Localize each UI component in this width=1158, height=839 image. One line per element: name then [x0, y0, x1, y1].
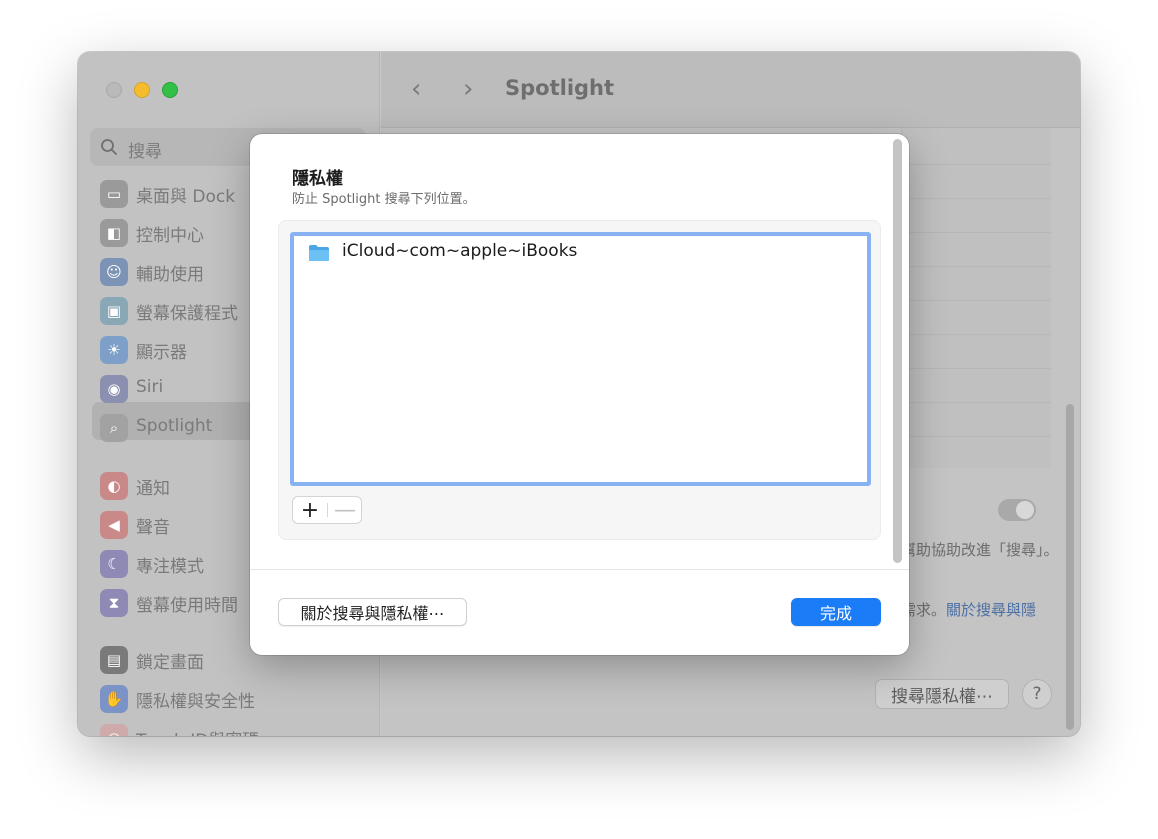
- accessibility-icon: ☺: [100, 258, 128, 286]
- forward-button[interactable]: ›: [463, 74, 473, 104]
- siri-icon: ◉: [100, 375, 128, 403]
- toolbar: ‹ › Spotlight: [381, 52, 1080, 128]
- sidebar-item-label: 聲音: [136, 518, 170, 538]
- sidebar-item-label: Siri: [136, 377, 164, 397]
- divider: [901, 368, 1051, 369]
- divider: [901, 266, 1051, 267]
- excluded-locations-list[interactable]: iCloud~com~apple~iBooks: [290, 232, 871, 486]
- notifications-icon: ◐: [100, 472, 128, 500]
- control-center-icon: ◧: [100, 219, 128, 247]
- privacy-hand-icon: ✋: [100, 685, 128, 713]
- privacy-description: 需求。關於搜尋與隱: [901, 599, 1036, 620]
- sidebar-item-label: 隱私權與安全性: [136, 692, 255, 712]
- search-privacy-button[interactable]: 搜尋隱私權⋯: [875, 679, 1009, 709]
- settings-list-background: [901, 128, 1051, 468]
- close-window-button[interactable]: [106, 82, 122, 98]
- back-button[interactable]: ‹: [411, 74, 421, 104]
- sheet-title: 隱私權: [292, 169, 343, 189]
- remove-location-button[interactable]: —: [328, 498, 362, 523]
- maximize-window-button[interactable]: [162, 82, 178, 98]
- improve-search-toggle[interactable]: [998, 499, 1036, 521]
- sidebar-item-label: 輔助使用: [136, 265, 204, 285]
- sidebar-item-label: 螢幕使用時間: [136, 596, 238, 616]
- improve-search-description: 幫助協助改進「搜尋」。: [901, 541, 1059, 559]
- add-remove-control: + —: [292, 496, 362, 524]
- divider: [901, 436, 1051, 437]
- list-item-label: iCloud~com~apple~iBooks: [342, 241, 578, 261]
- sidebar-item-label: 專注模式: [136, 557, 204, 577]
- about-search-privacy-link[interactable]: 關於搜尋與隱: [946, 601, 1036, 619]
- spotlight-icon: ⌕: [100, 414, 128, 442]
- page-title: Spotlight: [505, 76, 615, 100]
- done-button[interactable]: 完成: [791, 598, 881, 626]
- sidebar-item-label: Spotlight: [136, 416, 213, 436]
- sidebar-item-privacy-hand[interactable]: ✋ 隱私權與安全性: [100, 683, 360, 713]
- excluded-locations-group: iCloud~com~apple~iBooks + —: [278, 220, 881, 540]
- search-placeholder: 搜尋: [128, 142, 162, 162]
- sidebar-item-touch-id[interactable]: ◎ Touch ID與密碼: [100, 722, 360, 736]
- sidebar-item-label: Touch ID與密碼: [136, 726, 259, 736]
- sidebar-item-label: 螢幕保護程式: [136, 304, 238, 324]
- screensaver-icon: ▣: [100, 297, 128, 325]
- sidebar-item-label: 通知: [136, 479, 170, 499]
- divider: [901, 164, 1051, 165]
- help-button[interactable]: ?: [1022, 679, 1052, 709]
- divider: [901, 334, 1051, 335]
- sidebar-item-label: 鎖定畫面: [136, 653, 204, 673]
- search-icon: [101, 139, 117, 155]
- sidebar-item-label: 控制中心: [136, 226, 204, 246]
- touch-id-icon: ◎: [100, 724, 128, 736]
- sheet-scrollbar[interactable]: [893, 139, 902, 563]
- sound-icon: ◀: [100, 511, 128, 539]
- folder-icon: [309, 245, 329, 261]
- lock-screen-icon: ▤: [100, 646, 128, 674]
- sidebar-item-label: 顯示器: [136, 343, 187, 363]
- divider: [901, 300, 1051, 301]
- dock-icon: ▭: [100, 180, 128, 208]
- main-scrollbar[interactable]: [1066, 404, 1074, 730]
- about-search-privacy-button[interactable]: 關於搜尋與隱私權⋯: [278, 598, 467, 626]
- minimize-window-button[interactable]: [134, 82, 150, 98]
- display-icon: ☀: [100, 336, 128, 364]
- divider: [250, 569, 909, 570]
- screen-time-icon: ⧗: [100, 589, 128, 617]
- sidebar-item-label: 桌面與 Dock: [136, 187, 236, 207]
- divider: [901, 198, 1051, 199]
- divider: [901, 402, 1051, 403]
- sheet-subtitle: 防止 Spotlight 搜尋下列位置。: [292, 192, 476, 207]
- add-location-button[interactable]: +: [293, 498, 327, 523]
- divider: [901, 232, 1051, 233]
- privacy-sheet: 隱私權 防止 Spotlight 搜尋下列位置。 iCloud~com~appl…: [250, 134, 909, 655]
- focus-icon: ☾: [100, 550, 128, 578]
